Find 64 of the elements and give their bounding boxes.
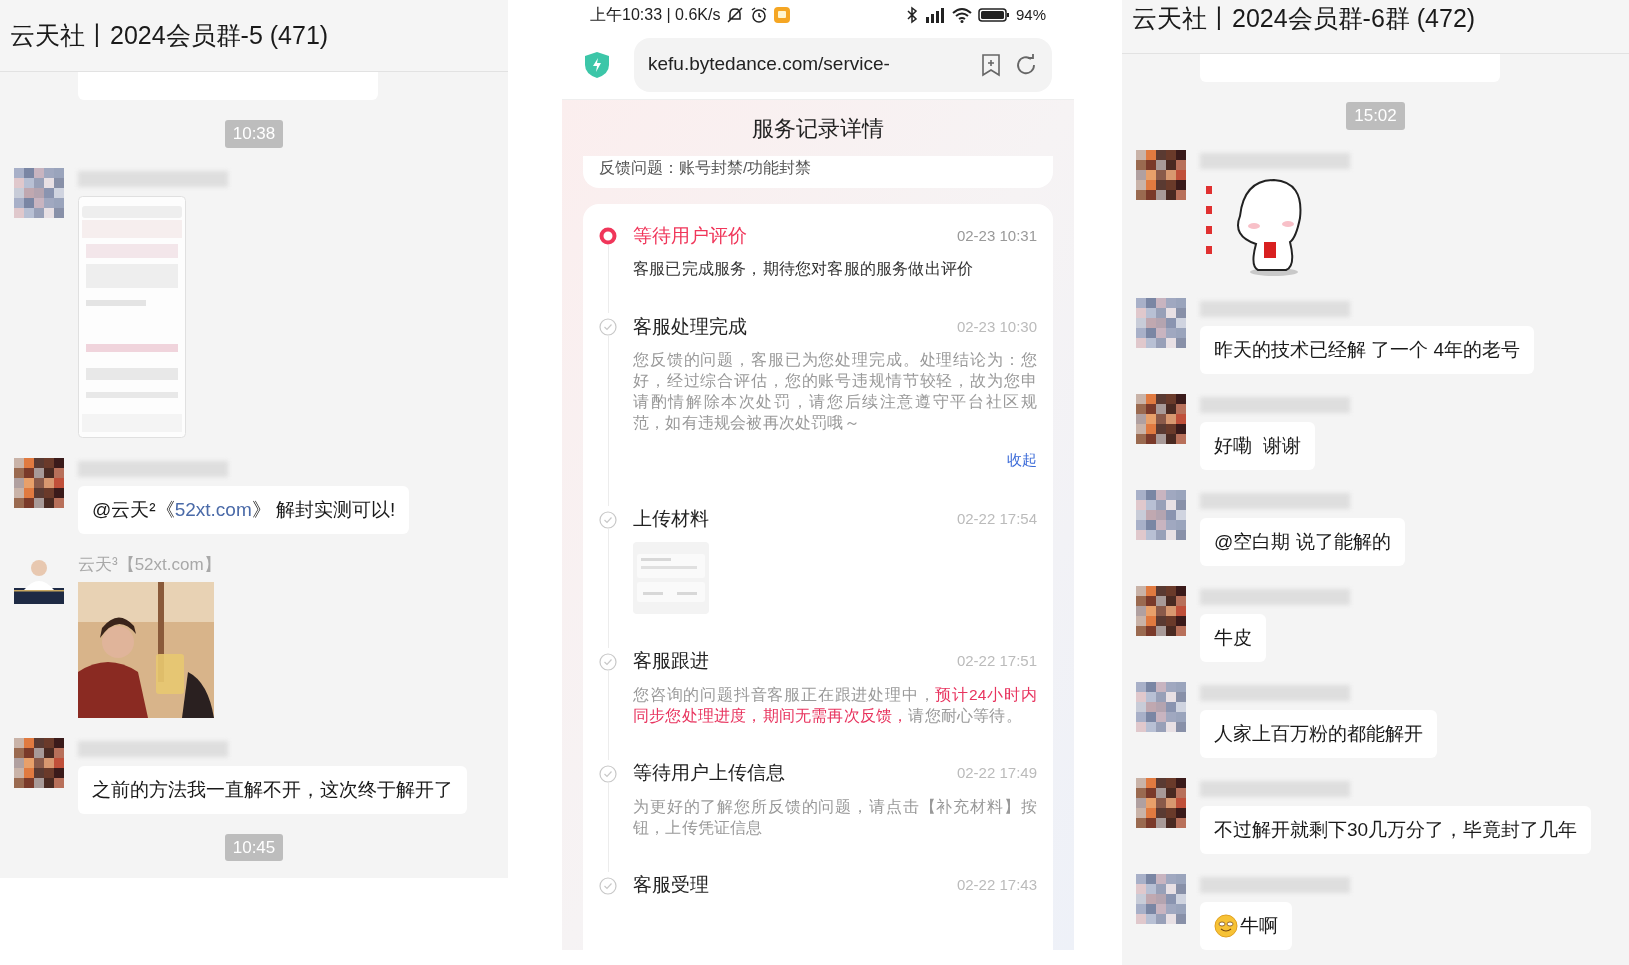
- message-text: @空白期 说了能解的: [1214, 529, 1391, 554]
- check-circle-icon: [599, 510, 617, 529]
- event-title: 等待用户评价: [633, 223, 747, 248]
- event-time: 02-22 17:49: [956, 763, 1037, 784]
- message-text: 好嘞 谢谢: [1214, 433, 1301, 458]
- avatar: [1136, 149, 1186, 200]
- event-description: 客服已完成服务，期待您对客服的服务做出评价: [633, 259, 975, 279]
- chat-title: 云天社丨2024会员群-5 (471): [10, 19, 329, 51]
- link[interactable]: 52xt.com: [174, 498, 252, 520]
- avatar: [14, 737, 64, 788]
- collapse-link[interactable]: 收起: [1007, 449, 1037, 472]
- event-title: 等待用户上传信息: [633, 761, 785, 786]
- app-notification-icon: [774, 7, 791, 23]
- message-text: 牛皮: [1214, 625, 1252, 650]
- timestamp: 10:45: [224, 833, 284, 861]
- check-circle-icon: [599, 318, 617, 336]
- event-time: 02-22 17:54: [956, 509, 1037, 530]
- status-dot-icon: [599, 227, 617, 245]
- event-time: 02-22 17:43: [956, 875, 1037, 896]
- status-time: 上午10:33 | 0.6K/s: [590, 5, 721, 25]
- check-circle-icon: [599, 876, 617, 895]
- avatar: [1136, 777, 1186, 828]
- event-time: 02-23 10:30: [956, 316, 1037, 337]
- message-text: 人家上百万粉的都能解开: [1214, 721, 1423, 746]
- url-field[interactable]: kefu.bytedance.com/service-: [634, 37, 1052, 92]
- avatar: [1136, 489, 1186, 540]
- timestamp: 15:02: [1346, 102, 1405, 130]
- event-time: 02-23 10:31: [956, 225, 1037, 246]
- message-text: 牛啊: [1240, 913, 1278, 938]
- avatar: [1136, 681, 1186, 732]
- avatar: [14, 167, 64, 218]
- message-text: 不过解开就剩下30几万分了，毕竟封了几年: [1214, 817, 1578, 842]
- message-text: @云天²《52xt.com》 解封实测可以!: [92, 497, 396, 522]
- avatar: [14, 457, 64, 508]
- shield-icon: [584, 50, 610, 79]
- battery-percent: 94%: [1015, 4, 1046, 25]
- event-description: 您咨询的问题抖音客服正在跟进处理中，预计24小时内同步您处理进度，期间无需再次反馈，请您耐心等待。: [633, 684, 1037, 726]
- avatar: [1136, 393, 1186, 444]
- message-text: 昨天的技术已经解 了一个 4年的老号: [1214, 337, 1521, 362]
- sender-name: 云天³【52xt.com】: [78, 553, 221, 576]
- check-circle-icon: [599, 764, 617, 783]
- event-time: 02-22 17:51: [956, 651, 1037, 672]
- alarm-icon: [750, 6, 769, 24]
- message-text: 之前的方法我一直解不开，这次终于解开了: [92, 777, 453, 802]
- refresh-icon[interactable]: [1014, 52, 1038, 77]
- event-title: 客服受理: [633, 873, 709, 898]
- avatar: [1136, 297, 1186, 348]
- event-title: 上传材料: [633, 507, 709, 532]
- event-description: 为更好的了解您所反馈的问题，请点击【补充材料】按钮，上传凭证信息: [633, 796, 1037, 838]
- battery-icon: [977, 7, 1010, 23]
- chat-title: 云天社丨2024会员群-6群 (472): [1132, 3, 1476, 34]
- event-description: 您反馈的问题，客服已为您处理完成。处理结论为：您好，经过综合评估，您的账号违规情节较轻，故为您申请酌情解除本次处罚，请您后续注意遵守平台社区规范，如有违规会被再次处罚哦～: [633, 350, 1037, 433]
- feedback-text: 反馈问题：账号封禁/功能封禁: [599, 158, 813, 178]
- timestamp: 10:38: [224, 120, 284, 148]
- avatar: [1136, 585, 1186, 636]
- avatar: [1136, 873, 1186, 924]
- add-bookmark-icon[interactable]: [980, 52, 1002, 77]
- wifi-icon: [951, 7, 972, 23]
- bluetooth-icon: [905, 6, 918, 24]
- event-title: 客服跟进: [633, 649, 709, 674]
- page-title: 服务记录详情: [752, 114, 884, 143]
- signal-icon: [923, 7, 946, 23]
- event-title: 客服处理完成: [633, 314, 747, 339]
- check-circle-icon: [599, 652, 617, 671]
